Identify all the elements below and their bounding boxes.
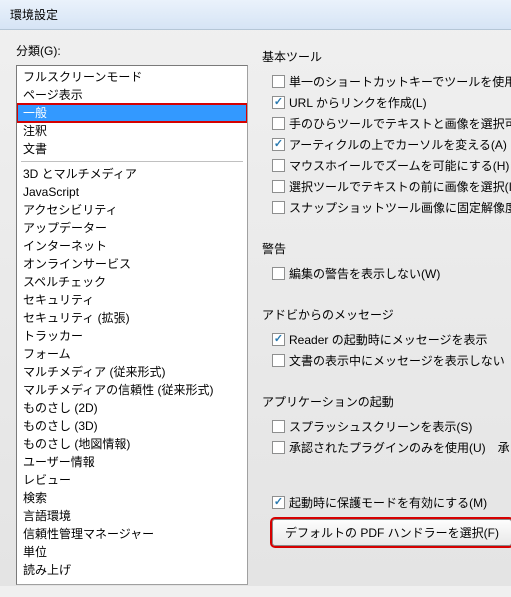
option-label: 選択ツールでテキストの前に画像を選択(I) xyxy=(289,178,511,195)
list-item[interactable]: JavaScript xyxy=(17,183,247,201)
option-row: 編集の警告を表示しない(W) xyxy=(262,263,511,284)
checkbox[interactable] xyxy=(272,420,285,433)
checkbox[interactable] xyxy=(272,75,285,88)
option-row: スプラッシュスクリーンを表示(S) xyxy=(262,416,511,437)
option-label: アーティクルの上でカーソルを変える(A) xyxy=(289,136,507,153)
list-item[interactable]: 文書 xyxy=(17,140,247,158)
section-app: スプラッシュスクリーンを表示(S) 承認されたプラグインのみを使用(U) 承 xyxy=(262,416,511,458)
section-title-adobe: アドビからのメッセージ xyxy=(262,306,511,323)
list-item[interactable]: アクセシビリティ xyxy=(17,201,247,219)
checkbox[interactable] xyxy=(272,354,285,367)
button-label: デフォルトの PDF ハンドラーを選択(F) xyxy=(285,526,499,540)
option-row: 選択ツールでテキストの前に画像を選択(I) xyxy=(262,176,511,197)
option-row: 単一のショートカットキーでツールを使用 xyxy=(262,71,511,92)
option-label: 文書の表示中にメッセージを表示しない xyxy=(289,352,505,369)
list-item[interactable]: アップデーター xyxy=(17,219,247,237)
list-item[interactable]: 一般 xyxy=(17,104,247,122)
checkbox[interactable] xyxy=(272,201,285,214)
list-item[interactable]: セキュリティ xyxy=(17,291,247,309)
section-warn: 編集の警告を表示しない(W) xyxy=(262,263,511,284)
checkbox[interactable] xyxy=(272,180,285,193)
list-item[interactable]: 検索 xyxy=(17,489,247,507)
default-pdf-handler-button[interactable]: デフォルトの PDF ハンドラーを選択(F) xyxy=(272,519,511,546)
option-label: スプラッシュスクリーンを表示(S) xyxy=(289,418,472,435)
list-item[interactable]: 3D とマルチメディア xyxy=(17,165,247,183)
content-area: 分類(G): フルスクリーンモードページ表示一般注釈文書 3D とマルチメディアJ… xyxy=(0,30,511,597)
section-title-warn: 警告 xyxy=(262,240,511,257)
option-label: 編集の警告を表示しない(W) xyxy=(289,265,440,282)
option-row: スナップショットツール画像に固定解像度 xyxy=(262,197,511,218)
checkbox[interactable] xyxy=(272,333,285,346)
option-row: 文書の表示中にメッセージを表示しない xyxy=(262,350,511,371)
list-item[interactable]: ものさし (地図情報) xyxy=(17,435,247,453)
list-item[interactable]: ものさし (3D) xyxy=(17,417,247,435)
list-item[interactable]: オンラインサービス xyxy=(17,255,247,273)
section-protect: 起動時に保護モードを有効にする(M) xyxy=(262,492,511,513)
list-item[interactable]: スペルチェック xyxy=(17,273,247,291)
checkbox[interactable] xyxy=(272,496,285,509)
list-item[interactable]: フルスクリーンモード xyxy=(17,68,247,86)
settings-panel: 基本ツール 単一のショートカットキーでツールを使用 URL からリンクを作成(L)… xyxy=(262,42,511,585)
list-item[interactable]: レビュー xyxy=(17,471,247,489)
option-row: アーティクルの上でカーソルを変える(A) xyxy=(262,134,511,155)
option-label: 手のひらツールでテキストと画像を選択可 xyxy=(289,115,511,132)
option-label: 起動時に保護モードを有効にする(M) xyxy=(289,494,487,511)
option-label: マウスホイールでズームを可能にする(H) xyxy=(289,157,509,174)
checkbox[interactable] xyxy=(272,138,285,151)
list-separator xyxy=(21,161,243,162)
list-item[interactable]: 読み上げ xyxy=(17,561,247,579)
window-title: 環境設定 xyxy=(10,8,58,22)
list-item[interactable]: 信頼性管理マネージャー xyxy=(17,525,247,543)
checkbox[interactable] xyxy=(272,96,285,109)
list-item[interactable]: 注釈 xyxy=(17,122,247,140)
section-basic: 単一のショートカットキーでツールを使用 URL からリンクを作成(L) 手のひらツー… xyxy=(262,71,511,218)
section-title-app: アプリケーションの起動 xyxy=(262,393,511,410)
checkbox[interactable] xyxy=(272,159,285,172)
category-listbox[interactable]: フルスクリーンモードページ表示一般注釈文書 3D とマルチメディアJavaScri… xyxy=(16,65,248,585)
checkbox[interactable] xyxy=(272,441,285,454)
option-label: 承認されたプラグインのみを使用(U) 承 xyxy=(289,439,510,456)
list-item[interactable]: ページ表示 xyxy=(17,86,247,104)
option-label: URL からリンクを作成(L) xyxy=(289,94,427,111)
option-label: 単一のショートカットキーでツールを使用 xyxy=(289,73,511,90)
category-label: 分類(G): xyxy=(16,42,248,59)
option-row: マウスホイールでズームを可能にする(H) xyxy=(262,155,511,176)
list-item[interactable]: ユーザー情報 xyxy=(17,453,247,471)
list-item[interactable]: 言語環境 xyxy=(17,507,247,525)
section-title-basic: 基本ツール xyxy=(262,48,511,65)
list-item[interactable]: セキュリティ (拡張) xyxy=(17,309,247,327)
option-row: 手のひらツールでテキストと画像を選択可 xyxy=(262,113,511,134)
list-item[interactable]: トラッカー xyxy=(17,327,247,345)
option-row: URL からリンクを作成(L) xyxy=(262,92,511,113)
list-item[interactable]: インターネット xyxy=(17,237,247,255)
category-column: 分類(G): フルスクリーンモードページ表示一般注釈文書 3D とマルチメディアJ… xyxy=(16,42,248,585)
option-row: 起動時に保護モードを有効にする(M) xyxy=(262,492,511,513)
checkbox[interactable] xyxy=(272,267,285,280)
list-item[interactable]: フォーム xyxy=(17,345,247,363)
list-item[interactable]: マルチメディア (従来形式) xyxy=(17,363,247,381)
option-label: スナップショットツール画像に固定解像度 xyxy=(289,199,511,216)
section-adobe: Reader の起動時にメッセージを表示文書の表示中にメッセージを表示しない xyxy=(262,329,511,371)
option-label: Reader の起動時にメッセージを表示 xyxy=(289,331,487,348)
option-row: 承認されたプラグインのみを使用(U) 承 xyxy=(262,437,511,458)
list-item[interactable]: ものさし (2D) xyxy=(17,399,247,417)
window-titlebar: 環境設定 xyxy=(0,0,511,30)
option-row: Reader の起動時にメッセージを表示 xyxy=(262,329,511,350)
list-item[interactable]: 単位 xyxy=(17,543,247,561)
checkbox[interactable] xyxy=(272,117,285,130)
list-item[interactable]: マルチメディアの信頼性 (従来形式) xyxy=(17,381,247,399)
